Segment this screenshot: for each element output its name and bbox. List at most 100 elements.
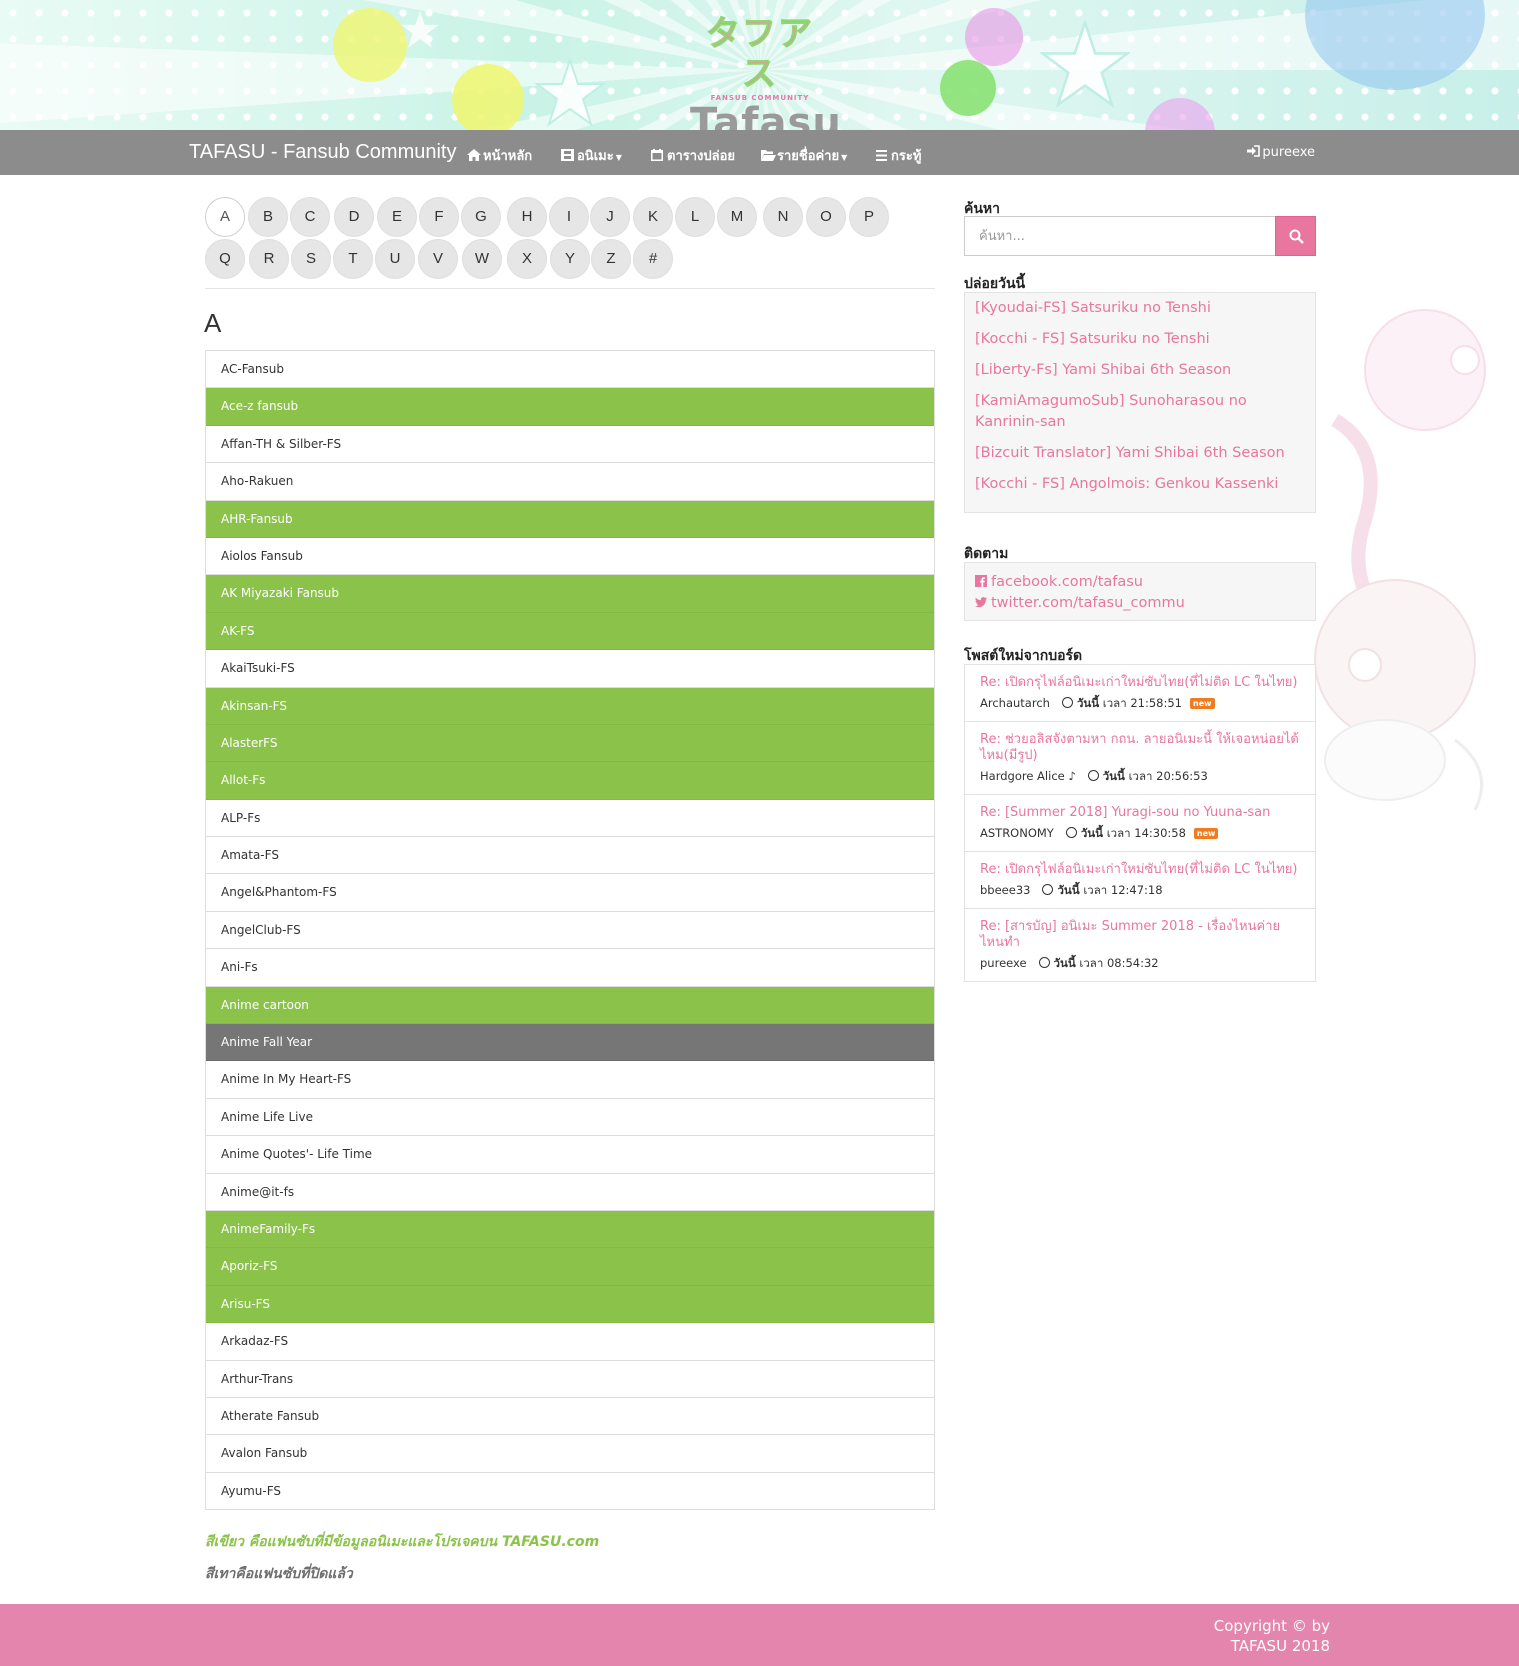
fansub-list-item[interactable]: Aporiz-FS xyxy=(206,1248,934,1286)
fansub-list-item[interactable]: Aiolos Fansub xyxy=(206,537,934,576)
film-icon xyxy=(561,149,574,161)
fansub-list-item[interactable]: Anime@it-fs xyxy=(206,1173,934,1211)
letter-v-button[interactable]: V xyxy=(418,239,458,279)
nav-fansubs[interactable]: รายชื่อค่าย ▼ xyxy=(761,145,847,166)
fansub-list-item[interactable]: Arthur-Trans xyxy=(206,1360,934,1398)
board-post-time: วันนี้ เวลา 14:30:58 xyxy=(1065,826,1186,840)
board-post-author[interactable]: Archautarch xyxy=(980,696,1050,710)
facebook-link[interactable]: facebook.com/tafasu xyxy=(975,572,1305,593)
board-post-title[interactable]: Re: [สารบัญ] อนิเมะ Summer 2018 - เรื่อง… xyxy=(980,919,1300,951)
letter-m-button[interactable]: M xyxy=(717,197,757,237)
fansub-list-item[interactable]: AkaiTsuki-FS xyxy=(206,650,934,688)
board-post-author[interactable]: bbeee33 xyxy=(980,883,1030,897)
letter-n-button[interactable]: N xyxy=(763,197,803,237)
letter-e-button[interactable]: E xyxy=(377,197,417,237)
fansub-list-item[interactable]: AC-Fansub xyxy=(206,351,934,389)
fansub-list-item[interactable]: ALP-Fs xyxy=(206,799,934,838)
letter-g-button[interactable]: G xyxy=(461,197,501,237)
user-login-link[interactable]: pureexe xyxy=(1247,145,1315,160)
fansub-list-item[interactable]: AngelClub-FS xyxy=(206,911,934,950)
fansub-list-item[interactable]: Anime cartoon xyxy=(206,986,934,1025)
letter-b-button[interactable]: B xyxy=(248,197,288,237)
letter-p-button[interactable]: P xyxy=(849,197,889,237)
nav-board[interactable]: กระทู้ xyxy=(876,145,921,166)
home-icon xyxy=(467,149,481,161)
nav-fansubs-label: รายชื่อค่าย xyxy=(777,149,840,164)
letter-f-button[interactable]: F xyxy=(419,197,459,237)
letter-o-button[interactable]: O xyxy=(806,197,846,237)
twitter-link[interactable]: twitter.com/tafasu_commu xyxy=(975,593,1305,614)
letter-z-button[interactable]: Z xyxy=(591,239,631,279)
board-post-title[interactable]: Re: ช่วยอลิสจังตามหา กถน. ลายอนิเมะนี้ ใ… xyxy=(980,732,1300,764)
letter-h-button[interactable]: H xyxy=(507,197,547,237)
letter-u-button[interactable]: U xyxy=(375,239,415,279)
fansub-list-item[interactable]: Akinsan-FS xyxy=(206,687,934,725)
board-post-author[interactable]: ASTRONOMY xyxy=(980,826,1054,840)
logo-english: Tafasu xyxy=(690,100,842,130)
letter-hash-button[interactable]: # xyxy=(633,239,673,279)
board-post-meta: ASTRONOMY วันนี้ เวลา 14:30:58 new xyxy=(980,825,1300,843)
search-button[interactable] xyxy=(1275,216,1316,256)
sign-in-icon xyxy=(1247,145,1261,157)
letter-a-button[interactable]: A xyxy=(205,197,245,237)
caret-down-icon: ▼ xyxy=(841,153,848,162)
fansub-list-item[interactable]: Angel&Phantom-FS xyxy=(206,874,934,912)
fansub-list-item[interactable]: Ace-z fansub xyxy=(206,388,934,426)
board-post-title[interactable]: Re: เปิดกรุไฟล์อนิเมะเก่าใหม่ซับไทย(ที่ไ… xyxy=(980,675,1300,691)
board-post-title[interactable]: Re: [Summer 2018] Yuragi-sou no Yuuna-sa… xyxy=(980,805,1300,821)
nav-anime[interactable]: อนิเมะ ▼ xyxy=(561,145,622,166)
today-release-link[interactable]: [Liberty-Fs] Yami Shibai 6th Season xyxy=(975,360,1305,381)
letter-q-button[interactable]: Q xyxy=(205,239,245,279)
board-post-time: วันนี้ เวลา 12:47:18 xyxy=(1042,883,1163,897)
fansub-list-item[interactable]: AHR-Fansub xyxy=(206,500,934,538)
today-release-link[interactable]: [KamiAmagumoSub] Sunoharasou no Kanrinin… xyxy=(975,391,1305,433)
letter-w-button[interactable]: W xyxy=(462,239,502,279)
letter-k-button[interactable]: K xyxy=(633,197,673,237)
fansub-list-item[interactable]: AlasterFS xyxy=(206,724,934,763)
letter-i-button[interactable]: I xyxy=(549,197,589,237)
board-post-title[interactable]: Re: เปิดกรุไฟล์อนิเมะเก่าใหม่ซับไทย(ที่ไ… xyxy=(980,862,1300,878)
board-post-author[interactable]: pureexe xyxy=(980,956,1027,970)
letter-t-button[interactable]: T xyxy=(333,239,373,279)
letter-j-button[interactable]: J xyxy=(590,197,630,237)
fansub-list-item[interactable]: Allot-Fs xyxy=(206,762,934,800)
letter-x-button[interactable]: X xyxy=(507,239,547,279)
board-post-time: วันนี้ เวลา 20:56:53 xyxy=(1087,769,1208,783)
fansub-list-item[interactable]: Anime In My Heart-FS xyxy=(206,1061,934,1099)
fansub-list-item[interactable]: Ani-Fs xyxy=(206,949,934,987)
letter-y-button[interactable]: Y xyxy=(550,239,590,279)
fansub-list-item[interactable]: AnimeFamily-Fs xyxy=(206,1210,934,1249)
nav-schedule[interactable]: ตารางปล่อย xyxy=(651,145,735,166)
board-post-author[interactable]: Hardgore Alice ♪ xyxy=(980,769,1076,783)
fansub-list-item[interactable]: Affan-TH & Silber-FS xyxy=(206,425,934,464)
new-badge: new xyxy=(1190,698,1215,709)
today-release-link[interactable]: [Kocchi - FS] Angolmois: Genkou Kassenki xyxy=(975,474,1305,495)
nav-home[interactable]: หน้าหลัก xyxy=(467,145,532,166)
facebook-icon xyxy=(975,575,987,587)
nav-home-label: หน้าหลัก xyxy=(483,149,533,164)
letter-d-button[interactable]: D xyxy=(334,197,374,237)
fansub-list-item[interactable]: Anime Fall Year xyxy=(206,1024,934,1062)
site-logo[interactable]: タフアス FANSUB COMMUNITY Tafasu xyxy=(690,14,841,131)
fansub-list-item[interactable]: Atherate Fansub xyxy=(206,1397,934,1436)
fansub-list-item[interactable]: Amata-FS xyxy=(206,837,934,875)
today-release-link[interactable]: [Bizcuit Translator] Yami Shibai 6th Sea… xyxy=(975,443,1305,464)
navbar-brand[interactable]: TAFASU - Fansub Community xyxy=(189,141,456,164)
letter-s-button[interactable]: S xyxy=(291,239,331,279)
fansub-list-item[interactable]: Avalon Fansub xyxy=(206,1435,934,1473)
letter-l-button[interactable]: L xyxy=(675,197,715,237)
fansub-list-item[interactable]: Aho-Rakuen xyxy=(206,463,934,501)
search-input[interactable] xyxy=(965,217,1275,255)
today-release-link[interactable]: [Kocchi - FS] Satsuriku no Tenshi xyxy=(975,329,1305,350)
fansub-list-item[interactable]: Ayumu-FS xyxy=(206,1472,934,1511)
letter-c-button[interactable]: C xyxy=(290,197,330,237)
letter-r-button[interactable]: R xyxy=(249,239,289,279)
fansub-list-item[interactable]: Anime Life Live xyxy=(206,1098,934,1137)
today-release-link[interactable]: [Kyoudai-FS] Satsuriku no Tenshi xyxy=(975,298,1305,319)
fansub-list-item[interactable]: Arisu-FS xyxy=(206,1285,934,1324)
fansub-list-item[interactable]: Arkadaz-FS xyxy=(206,1323,934,1361)
fansub-list-item[interactable]: AK Miyazaki Fansub xyxy=(206,575,934,613)
fansub-list-item[interactable]: Anime Quotes'- Life Time xyxy=(206,1136,934,1174)
fansub-list-item[interactable]: AK-FS xyxy=(206,612,934,651)
nav-schedule-label: ตารางปล่อย xyxy=(667,149,736,164)
